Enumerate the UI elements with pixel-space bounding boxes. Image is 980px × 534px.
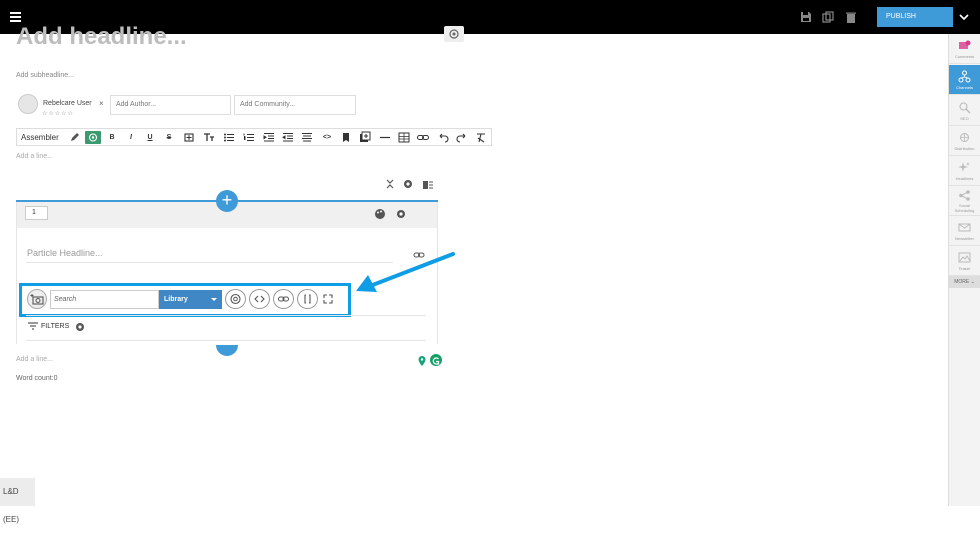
mail-icon — [958, 223, 971, 232]
camera-icon — [30, 294, 44, 305]
undo-icon[interactable] — [436, 131, 450, 144]
library-label: Library — [164, 296, 188, 303]
divider — [26, 340, 426, 341]
share-icon — [959, 190, 970, 201]
divider — [26, 262, 393, 263]
sidebar-item-comments[interactable]: Comments — [949, 34, 980, 64]
text-size-icon[interactable] — [202, 131, 216, 144]
add-community-field[interactable]: Add Community... — [234, 95, 356, 115]
sidebar-item-distribution[interactable]: Distribution — [949, 126, 980, 156]
sidebar-item-newsletter[interactable]: Newsletter — [949, 216, 980, 246]
filters-button[interactable]: FILTERS — [28, 322, 69, 330]
save-icon[interactable] — [800, 11, 812, 23]
filters-label: FILTERS — [41, 322, 70, 330]
add-line-input[interactable]: Add a line... — [16, 153, 53, 160]
subheadline-input[interactable]: Add subheadline... — [16, 72, 74, 79]
table-icon[interactable] — [397, 131, 411, 144]
media-search-input[interactable]: Search — [50, 290, 159, 309]
ai-icon — [230, 293, 241, 305]
bookmark-icon[interactable] — [339, 131, 353, 144]
sidebar-item-headlines[interactable]: Headlines — [949, 156, 980, 186]
sidebar-item-seo[interactable]: SEO — [949, 96, 980, 126]
divider — [26, 315, 426, 316]
settings-icon[interactable] — [395, 208, 407, 220]
ai-headline-button[interactable] — [444, 26, 464, 42]
sidebar-item-channels[interactable]: Channels — [949, 65, 980, 95]
bracket-button[interactable] — [297, 289, 318, 309]
redo-icon[interactable] — [455, 131, 469, 144]
author-name: Rebelcare User — [43, 100, 92, 107]
particle-number-field[interactable]: 1 — [25, 206, 48, 220]
link-icon — [278, 296, 289, 302]
grammarly-icon[interactable] — [430, 354, 442, 366]
remove-author-button[interactable]: × — [99, 99, 104, 108]
trash-icon[interactable] — [845, 11, 857, 23]
ai-media-button[interactable] — [225, 289, 246, 309]
strikethrough-icon[interactable]: S — [162, 131, 176, 144]
publish-button[interactable]: PUBLISH — [877, 7, 953, 27]
toolbar-label: Assembler — [21, 133, 59, 142]
headlines-icon — [958, 162, 970, 172]
settings-icon[interactable] — [74, 321, 86, 333]
word-count: Word count:0 — [16, 375, 58, 382]
author-rating: ☆☆☆☆☆ — [42, 111, 74, 117]
ai-assist-button[interactable] — [85, 131, 101, 144]
bracket-icon — [304, 294, 311, 304]
location-icon[interactable] — [416, 354, 428, 366]
add-media-icon[interactable] — [358, 131, 372, 144]
format-toolbar: Assembler B I U S <> — [16, 128, 492, 146]
code-icon[interactable]: <> — [320, 131, 334, 144]
embed-code-button[interactable] — [249, 289, 270, 309]
insert-box-icon[interactable] — [182, 131, 196, 144]
pin-icon — [418, 356, 426, 366]
numbered-list-icon[interactable] — [242, 131, 256, 144]
align-icon[interactable] — [300, 131, 314, 144]
camera-button[interactable] — [27, 289, 47, 309]
arrow-annotation — [356, 252, 455, 292]
ai-icon — [449, 29, 459, 39]
collapse-icon[interactable] — [384, 178, 396, 190]
fullscreen-icon[interactable] — [322, 293, 334, 305]
bold-icon[interactable]: B — [105, 131, 119, 144]
chevron-down-icon[interactable] — [957, 10, 971, 24]
sidebar-item-teaser[interactable]: Teaser — [949, 246, 980, 276]
delete-list-icon[interactable] — [422, 178, 434, 190]
menu-icon[interactable] — [10, 12, 21, 22]
site-tag: L&D (EE) — [0, 478, 35, 524]
clear-format-icon[interactable] — [474, 131, 488, 144]
outdent-icon[interactable] — [281, 131, 295, 144]
seo-icon — [959, 102, 971, 114]
filter-icon — [28, 322, 38, 330]
add-particle-button[interactable]: + — [216, 190, 238, 212]
grammar-check-icon — [432, 357, 440, 365]
headline-input[interactable]: Add headline... — [16, 22, 436, 46]
more-button[interactable]: MORE ⌄ — [949, 276, 980, 288]
settings-icon[interactable] — [402, 178, 414, 190]
link-icon[interactable] — [416, 131, 430, 144]
channels-icon — [958, 70, 971, 83]
add-line-input[interactable]: Add a line... — [16, 356, 53, 363]
add-author-field[interactable]: Add Author... — [110, 95, 231, 115]
image-icon — [958, 252, 971, 263]
duplicate-icon[interactable] — [822, 11, 834, 23]
bullet-list-icon[interactable] — [222, 131, 236, 144]
code-icon — [254, 295, 265, 303]
ai-icon — [88, 133, 98, 142]
italic-icon[interactable]: I — [124, 131, 138, 144]
comments-icon — [959, 40, 971, 49]
underline-icon[interactable]: U — [143, 131, 157, 144]
horizontal-rule-icon[interactable] — [378, 131, 392, 144]
distribution-icon — [960, 133, 969, 142]
indent-icon[interactable] — [262, 131, 276, 144]
chevron-down-icon — [211, 298, 217, 301]
add-particle-button[interactable] — [216, 345, 238, 356]
avatar — [18, 94, 38, 114]
pencil-icon[interactable] — [68, 131, 82, 144]
palette-icon[interactable] — [374, 208, 386, 220]
library-dropdown[interactable]: Library — [159, 290, 222, 309]
particle-headline-input[interactable]: Particle Headline... — [27, 248, 103, 258]
sidebar-item-social-scheduling[interactable]: Social Scheduling — [949, 186, 980, 216]
embed-link-button[interactable] — [273, 289, 294, 309]
